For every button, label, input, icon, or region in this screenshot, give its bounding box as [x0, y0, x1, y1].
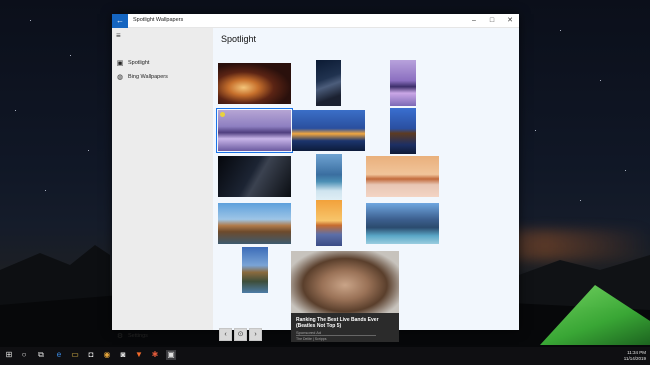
wallpaper-thumbnail-milky-way[interactable] — [218, 156, 291, 197]
main-content: Spotlight Ranking The Best Live Bands Ev… — [213, 28, 519, 342]
taskbar: ⊞ ○ ⧉ e ▭ ◘ ◉ ◙ ▼ ✱ ▣ 11:34 PM 11/14/201… — [0, 347, 650, 365]
selected-check-icon — [220, 112, 225, 117]
app-icon[interactable]: ✱ — [150, 350, 160, 360]
window-title: Spotlight Wallpapers — [133, 17, 184, 23]
title-bar: ← Spotlight Wallpapers – □ ✕ — [112, 14, 519, 28]
search-icon[interactable]: ○ — [19, 350, 29, 360]
task-view-icon[interactable]: ⧉ — [36, 350, 46, 360]
sidebar-item-settings[interactable]: ⚙ Settings — [112, 330, 213, 344]
clock-date: 11/14/2019 — [623, 355, 646, 361]
sidebar-item-bing-wallpapers[interactable]: ◍ Bing Wallpapers — [112, 71, 213, 85]
ad-brand: The Delite | Scripps — [296, 337, 327, 341]
start-button-icon[interactable]: ⊞ — [4, 350, 14, 360]
next-page-button[interactable]: › — [249, 328, 262, 341]
sidebar-item-spotlight[interactable]: ▣ Spotlight — [112, 57, 213, 71]
system-clock[interactable]: 11:34 PM 11/14/2019 — [624, 350, 646, 361]
chrome-icon[interactable]: ◉ — [102, 350, 112, 360]
wallpaper-thumbnail-castle-portrait[interactable] — [242, 247, 268, 293]
maximize-button[interactable]: □ — [483, 14, 501, 28]
sidebar-item-label: Settings — [128, 333, 148, 339]
brave-icon[interactable]: ▼ — [134, 350, 144, 360]
clock-time: 11:34 PM — [627, 350, 646, 355]
wallpaper-thumbnail-night-waterfall[interactable] — [316, 60, 341, 106]
ad-title: Ranking The Best Live Bands Ever (Beatle… — [296, 317, 379, 329]
home-page-button[interactable]: ⊙ — [234, 328, 247, 341]
wallpaper-thumbnail-tower-portrait[interactable] — [390, 108, 416, 154]
sidebar: ≡ ▣ Spotlight ◍ Bing Wallpapers ⚙ Settin… — [112, 28, 213, 340]
sponsored-ad-card[interactable]: Ranking The Best Live Bands Ever (Beatle… — [291, 251, 399, 342]
wallpaper-thumbnail-stone-bridge[interactable] — [218, 203, 291, 244]
wallpaper-thumbnail-fjord[interactable] — [366, 203, 439, 244]
store-icon[interactable]: ◘ — [86, 350, 96, 360]
page-title: Spotlight — [221, 34, 257, 44]
wallpaper-thumbnail-lake-rocks-landscape[interactable] — [216, 108, 293, 153]
back-button[interactable]: ← — [112, 14, 128, 28]
wallpaper-thumbnail-harbor-night[interactable] — [292, 110, 365, 151]
gear-icon: ⚙ — [116, 333, 124, 340]
previous-page-button[interactable]: ‹ — [219, 328, 232, 341]
sidebar-item-label: Bing Wallpapers — [128, 74, 168, 80]
hamburger-menu-icon[interactable]: ≡ — [116, 31, 128, 41]
wallpaper-thumbnail-lake-portrait[interactable] — [390, 60, 416, 106]
camera-icon[interactable]: ◙ — [118, 350, 128, 360]
wallpaper-thumbnail-cave-sunset[interactable] — [218, 63, 291, 104]
ad-divider — [296, 335, 376, 336]
minimize-button[interactable]: – — [465, 14, 483, 28]
edge-icon[interactable]: e — [54, 350, 64, 360]
sidebar-item-label: Spotlight — [128, 60, 150, 66]
wallpaper-thumbnail-coast-portrait[interactable] — [316, 154, 342, 200]
globe-icon: ◍ — [116, 74, 124, 81]
wallpaper-thumbnail-sunset-portrait[interactable] — [316, 200, 342, 246]
close-button[interactable]: ✕ — [501, 14, 519, 28]
wallpaper-thumbnail-sea-rock-sunset[interactable] — [366, 156, 439, 197]
app-window: ← Spotlight Wallpapers – □ ✕ ≡ ▣ Spotlig… — [112, 14, 519, 342]
file-explorer-icon[interactable]: ▭ — [70, 350, 80, 360]
spotlight-app-icon[interactable]: ▣ — [166, 350, 176, 360]
spotlight-icon: ▣ — [116, 60, 124, 67]
ad-image — [291, 251, 399, 313]
